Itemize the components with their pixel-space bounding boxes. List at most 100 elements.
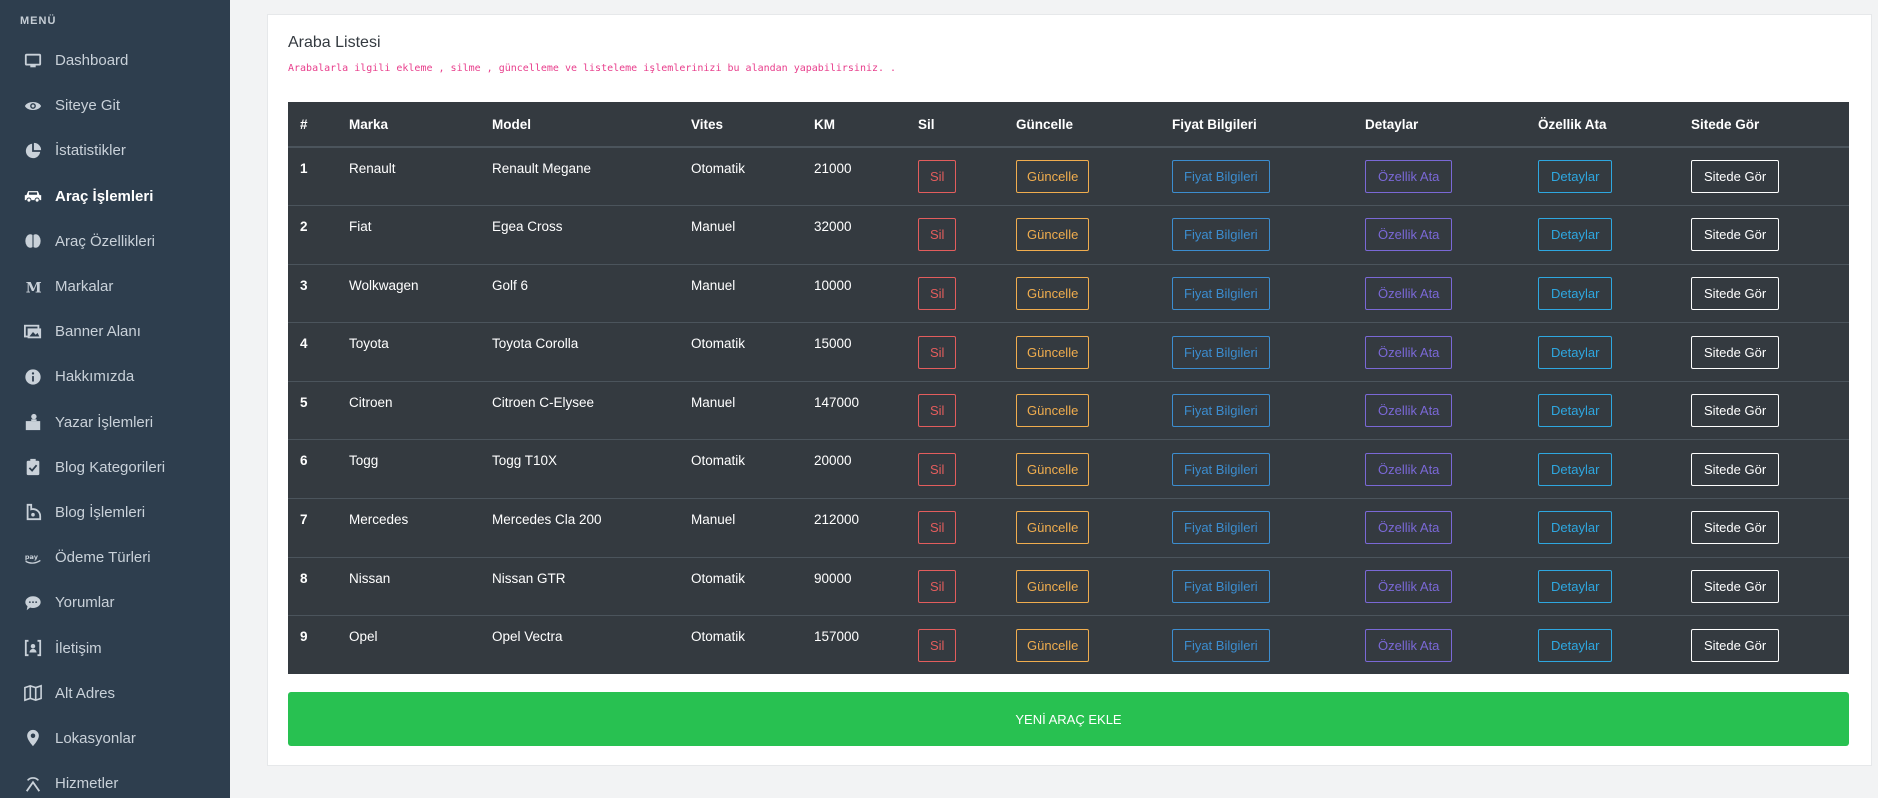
view-on-site-button[interactable]: Sitede Gör — [1691, 628, 1780, 662]
assign-feature-button[interactable]: Özellik Ata — [1365, 569, 1453, 603]
brand-cell: Mercedes — [337, 498, 480, 558]
price-info-button[interactable]: Fiyat Bilgileri — [1172, 276, 1270, 310]
update-button[interactable]: Güncelle — [1016, 569, 1090, 603]
delete-button[interactable]: Sil — [918, 160, 957, 194]
row-number: 9 — [288, 615, 337, 675]
row-number: 8 — [288, 556, 337, 616]
sidebar-item-3[interactable]: İstatistikler — [0, 128, 230, 173]
gearbox-cell: Otomatik — [679, 615, 802, 675]
table-row: 8 Nissan Nissan GTR Otomatik 90000 Sil Güncell… — [288, 556, 1849, 616]
sidebar-item-9[interactable]: Yazar İşlemleri — [0, 400, 230, 445]
sidebar-item-15[interactable]: Alt Adres — [0, 671, 230, 716]
sidebar-item-label: Araç İşlemleri — [55, 187, 154, 205]
update-button[interactable]: Güncelle — [1016, 218, 1090, 252]
price-info-button-cell: Fiyat Bilgileri — [1160, 556, 1353, 616]
sidebar-item-17[interactable]: Hizmetler — [0, 761, 230, 798]
sidebar-item-1[interactable]: Dashboard — [0, 38, 230, 83]
view-on-site-button[interactable]: Sitede Gör — [1691, 276, 1780, 310]
price-info-button[interactable]: Fiyat Bilgileri — [1172, 452, 1270, 486]
update-button-cell: Güncelle — [1004, 380, 1160, 440]
details-button[interactable]: Detaylar — [1538, 628, 1613, 662]
view-on-site-button[interactable]: Sitede Gör — [1691, 218, 1780, 252]
view-on-site-button-cell: Sitede Gör — [1679, 615, 1849, 675]
details-button[interactable]: Detaylar — [1538, 511, 1613, 545]
sidebar-item-16[interactable]: Lokasyonlar — [0, 716, 230, 761]
view-on-site-button[interactable]: Sitede Gör — [1691, 569, 1780, 603]
delete-button[interactable]: Sil — [918, 628, 957, 662]
update-button-cell: Güncelle — [1004, 322, 1160, 382]
gearbox-cell: Otomatik — [691, 161, 746, 176]
brand-cell: Toyota — [337, 322, 480, 382]
assign-feature-button[interactable]: Özellik Ata — [1365, 276, 1453, 310]
update-button[interactable]: Güncelle — [1016, 394, 1090, 428]
price-info-button[interactable]: Fiyat Bilgileri — [1172, 628, 1270, 662]
sidebar-item-6[interactable]: M Markalar — [0, 264, 230, 309]
price-info-button[interactable]: Fiyat Bilgileri — [1172, 335, 1270, 369]
sidebar-item-12[interactable]: pay Ödeme Türleri — [0, 535, 230, 580]
table-header-row: # Marka Model Vites KM Sil Güncelle Fiya… — [288, 102, 1849, 148]
sidebar-item-5[interactable]: Araç Özellikleri — [0, 219, 230, 264]
view-on-site-button[interactable]: Sitede Gör — [1691, 511, 1780, 545]
view-on-site-button[interactable]: Sitede Gör — [1691, 394, 1780, 428]
price-info-button[interactable]: Fiyat Bilgileri — [1172, 160, 1270, 194]
update-button[interactable]: Güncelle — [1016, 511, 1090, 545]
view-on-site-button[interactable]: Sitede Gör — [1691, 160, 1780, 194]
view-on-site-button[interactable]: Sitede Gör — [1691, 335, 1780, 369]
delete-button-cell: Sil — [906, 556, 1004, 616]
assign-feature-button[interactable]: Özellik Ata — [1365, 628, 1453, 662]
sidebar-item-4[interactable]: Araç İşlemleri — [0, 174, 230, 219]
assign-feature-button-cell: Özellik Ata — [1353, 615, 1526, 675]
delete-button[interactable]: Sil — [918, 335, 957, 369]
details-button[interactable]: Detaylar — [1538, 160, 1613, 194]
details-button[interactable]: Detaylar — [1538, 452, 1613, 486]
delete-button[interactable]: Sil — [918, 452, 957, 486]
price-info-button-cell: Fiyat Bilgileri — [1160, 380, 1353, 440]
update-button[interactable]: Güncelle — [1016, 335, 1090, 369]
update-button[interactable]: Güncelle — [1016, 452, 1090, 486]
km-cell: 32000 — [802, 205, 906, 265]
sidebar-item-label: Blog İşlemleri — [55, 503, 146, 521]
assign-feature-button[interactable]: Özellik Ata — [1365, 452, 1453, 486]
letter-m-icon: M — [23, 277, 43, 297]
sidebar-item-label: Blog Kategorileri — [55, 458, 166, 476]
assign-feature-button[interactable]: Özellik Ata — [1365, 335, 1453, 369]
km-cell: 21000 — [814, 161, 852, 176]
sidebar-item-11[interactable]: Blog İşlemleri — [0, 490, 230, 535]
delete-button[interactable]: Sil — [918, 394, 957, 428]
update-button-cell: Güncelle — [1004, 147, 1160, 206]
sidebar-item-2[interactable]: Siteye Git — [0, 83, 230, 128]
col-header-marka: Marka — [337, 102, 480, 148]
details-button[interactable]: Detaylar — [1538, 218, 1613, 252]
price-info-button[interactable]: Fiyat Bilgileri — [1172, 569, 1270, 603]
table-row: 4 Toyota Toyota Corolla Otomatik 15000 Sil Gün… — [288, 322, 1849, 382]
update-button[interactable]: Güncelle — [1016, 628, 1090, 662]
delete-button[interactable]: Sil — [918, 569, 957, 603]
sidebar-item-8[interactable]: Hakkımızda — [0, 354, 230, 399]
price-info-button[interactable]: Fiyat Bilgileri — [1172, 511, 1270, 545]
col-header-sil: Sil — [906, 102, 1004, 148]
details-button[interactable]: Detaylar — [1538, 276, 1613, 310]
delete-button-cell: Sil — [906, 147, 1004, 206]
update-button[interactable]: Güncelle — [1016, 160, 1090, 194]
km-cell: 212000 — [802, 498, 906, 558]
sidebar-item-10[interactable]: Blog Kategorileri — [0, 445, 230, 490]
price-info-button[interactable]: Fiyat Bilgileri — [1172, 394, 1270, 428]
delete-button[interactable]: Sil — [918, 218, 957, 252]
update-button[interactable]: Güncelle — [1016, 276, 1090, 310]
details-button[interactable]: Detaylar — [1538, 569, 1613, 603]
sidebar-item-14[interactable]: İletişim — [0, 625, 230, 670]
update-button-cell: Güncelle — [1004, 498, 1160, 558]
assign-feature-button[interactable]: Özellik Ata — [1365, 511, 1453, 545]
assign-feature-button[interactable]: Özellik Ata — [1365, 394, 1453, 428]
sidebar-item-7[interactable]: Banner Alanı — [0, 309, 230, 354]
price-info-button[interactable]: Fiyat Bilgileri — [1172, 218, 1270, 252]
delete-button[interactable]: Sil — [918, 511, 957, 545]
details-button[interactable]: Detaylar — [1538, 394, 1613, 428]
sidebar-item-13[interactable]: Yorumlar — [0, 580, 230, 625]
view-on-site-button[interactable]: Sitede Gör — [1691, 452, 1780, 486]
assign-feature-button[interactable]: Özellik Ata — [1365, 160, 1453, 194]
details-button[interactable]: Detaylar — [1538, 335, 1613, 369]
delete-button[interactable]: Sil — [918, 276, 957, 310]
assign-feature-button[interactable]: Özellik Ata — [1365, 218, 1453, 252]
add-new-car-button[interactable]: YENİ ARAÇ EKLE — [288, 692, 1849, 746]
